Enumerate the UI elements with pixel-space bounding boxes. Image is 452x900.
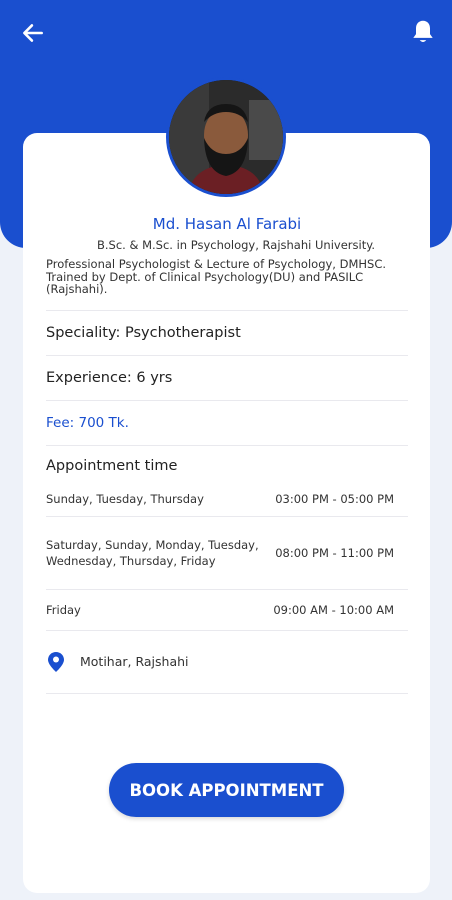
doctor-bio: Professional Psychologist & Lecture of P… bbox=[46, 258, 391, 296]
doctor-name: Md. Hasan Al Farabi bbox=[152, 215, 302, 233]
map-pin-icon bbox=[48, 651, 64, 672]
schedule-days: Friday bbox=[46, 602, 81, 617]
appointment-title: Appointment time bbox=[46, 457, 178, 474]
schedule-row: Saturday, Sunday, Monday, Tuesday, Wedne… bbox=[46, 517, 408, 589]
location-text: Motihar, Rajshahi bbox=[80, 654, 189, 669]
schedule-days: Sunday, Tuesday, Thursday bbox=[46, 491, 204, 506]
bio-line-1: Professional Psychologist & Lecture of P… bbox=[46, 257, 387, 271]
schedule-time: 03:00 PM - 05:00 PM bbox=[275, 491, 394, 506]
location-row[interactable]: Motihar, Rajshahi bbox=[46, 631, 408, 693]
bell-icon[interactable] bbox=[410, 18, 436, 46]
arrow-left-icon[interactable] bbox=[20, 20, 46, 46]
doctor-degree: B.Sc. & M.Sc. in Psychology, Rajshahi Un… bbox=[96, 238, 376, 252]
book-appointment-button[interactable]: BOOK APPOINTMENT bbox=[109, 763, 344, 817]
schedule-row: Sunday, Tuesday, Thursday 03:00 PM - 05:… bbox=[46, 482, 408, 516]
speciality: Speciality: Psychotherapist bbox=[46, 324, 241, 341]
doctor-avatar bbox=[166, 77, 286, 197]
experience: Experience: 6 yrs bbox=[46, 369, 173, 386]
doctor-details: Md. Hasan Al Farabi B.Sc. & M.Sc. in Psy… bbox=[46, 213, 408, 694]
schedule-row: Friday 09:00 AM - 10:00 AM bbox=[46, 590, 408, 630]
bio-line-2: Trained by Dept. of Clinical Psychology(… bbox=[46, 269, 364, 296]
schedule-days: Saturday, Sunday, Monday, Tuesday, Wedne… bbox=[46, 537, 259, 568]
divider bbox=[46, 692, 408, 694]
fee: Fee: 700 Tk. bbox=[46, 414, 129, 431]
schedule-time: 09:00 AM - 10:00 AM bbox=[273, 602, 394, 617]
schedule-time: 08:00 PM - 11:00 PM bbox=[275, 545, 394, 560]
